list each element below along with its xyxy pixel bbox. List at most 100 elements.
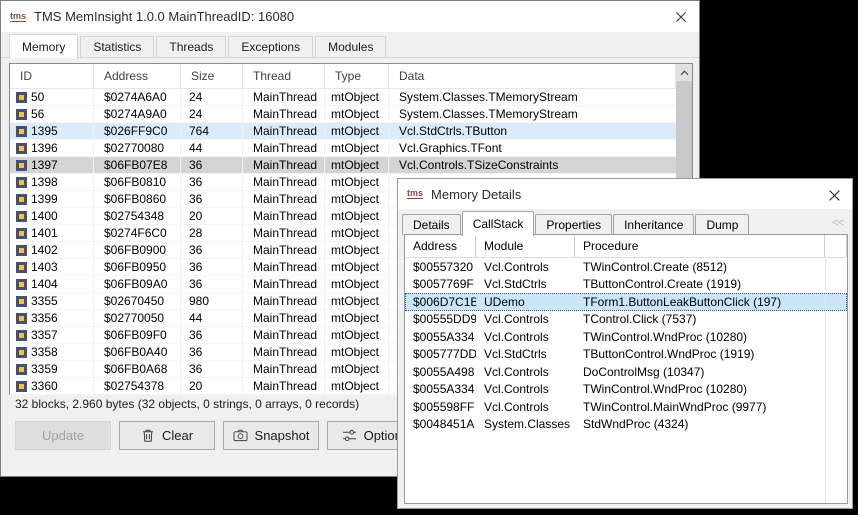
tab[interactable]: Modules bbox=[315, 36, 386, 57]
callstack-row[interactable]: $0057769F Vcl.StdCtrls TButtonControl.Cr… bbox=[405, 276, 847, 294]
object-icon bbox=[16, 211, 27, 222]
main-titlebar[interactable]: tms TMS MemInsight 1.0.0 MainThreadID: 1… bbox=[1, 1, 699, 32]
column-header-procedure[interactable]: Procedure bbox=[575, 235, 825, 257]
cell-address: $006D7C1B bbox=[405, 293, 476, 311]
tab-label: Statistics bbox=[93, 40, 141, 54]
callstack-row[interactable]: $005598FF Vcl.Controls TWinControl.MainW… bbox=[405, 398, 847, 416]
snapshot-button[interactable]: Snapshot bbox=[223, 421, 319, 450]
column-header-id[interactable]: ID bbox=[10, 64, 94, 88]
table-row[interactable]: 1396 $02770080 44 MainThread mtObject Vc… bbox=[10, 140, 692, 157]
cell-size: 24 bbox=[181, 89, 243, 105]
column-header-thread[interactable]: Thread bbox=[243, 64, 325, 88]
tab[interactable]: Threads bbox=[156, 36, 226, 57]
cell-module: Vcl.StdCtrls bbox=[476, 346, 575, 364]
callstack-row[interactable]: $005777DD Vcl.StdCtrls TButtonControl.Wn… bbox=[405, 346, 847, 364]
cell-type: mtObject bbox=[325, 361, 389, 377]
update-button-label: Update bbox=[42, 428, 84, 443]
collapse-button[interactable]: << bbox=[832, 217, 843, 229]
cell-size: 44 bbox=[181, 140, 243, 156]
callstack-row[interactable]: $0055A334 Vcl.Controls TWinControl.WndPr… bbox=[405, 328, 847, 346]
tab[interactable]: Dump bbox=[695, 214, 749, 235]
cell-address: $02670450 bbox=[94, 293, 181, 309]
callstack-table-header: Address Module Procedure bbox=[405, 235, 847, 258]
cell-type: mtObject bbox=[325, 89, 389, 105]
callstack-row[interactable]: $0055A498 Vcl.Controls DoControlMsg (103… bbox=[405, 363, 847, 381]
cell-type: mtObject bbox=[325, 327, 389, 343]
clear-button[interactable]: Clear bbox=[119, 421, 215, 450]
table-row[interactable]: 56 $0274A9A0 24 MainThread mtObject Syst… bbox=[10, 106, 692, 123]
cell-type: mtObject bbox=[325, 259, 389, 275]
cell-thread: MainThread bbox=[243, 89, 325, 105]
cell-id: 3358 bbox=[31, 345, 58, 359]
cell-thread: MainThread bbox=[243, 140, 325, 156]
cell-address: $00555DD9 bbox=[405, 311, 476, 329]
tab-label: CallStack bbox=[473, 217, 524, 231]
tab[interactable]: Statistics bbox=[80, 36, 154, 57]
cell-size: 36 bbox=[181, 344, 243, 360]
cell-module: Vcl.Controls bbox=[476, 398, 575, 416]
cell-procedure: TButtonControl.Create (1919) bbox=[575, 276, 825, 294]
cell-address: $0055A334 bbox=[405, 328, 476, 346]
cell-data: Vcl.Controls.TSizeConstraints bbox=[389, 157, 692, 173]
details-close-button[interactable] bbox=[823, 184, 845, 206]
tab-label: Inheritance bbox=[624, 218, 683, 232]
scroll-up-button[interactable] bbox=[676, 64, 692, 81]
cell-id: 1398 bbox=[31, 175, 58, 189]
tab[interactable]: Inheritance bbox=[613, 214, 694, 235]
cell-type: mtObject bbox=[325, 225, 389, 241]
details-tabbar: << Details CallStack Properties Inherita… bbox=[398, 209, 852, 235]
chevron-up-icon bbox=[680, 70, 689, 76]
memory-table-header: ID Address Size Thread Type Data bbox=[10, 64, 692, 89]
column-header-type[interactable]: Type bbox=[325, 64, 389, 88]
cell-address: $06FB0860 bbox=[94, 191, 181, 207]
details-titlebar[interactable]: tms Memory Details bbox=[398, 179, 852, 209]
cell-type: mtObject bbox=[325, 378, 389, 394]
column-header-data[interactable]: Data bbox=[389, 64, 676, 88]
cell-thread: MainThread bbox=[243, 276, 325, 292]
callstack-table: Address Module Procedure $00557320 Vcl.C… bbox=[404, 234, 848, 504]
tab-label: Threads bbox=[169, 40, 213, 54]
cell-size: 764 bbox=[181, 123, 243, 139]
close-button[interactable] bbox=[670, 6, 692, 28]
cell-address: $06FB0950 bbox=[94, 259, 181, 275]
object-icon bbox=[16, 330, 27, 341]
table-row[interactable]: 1397 $06FB07E8 36 MainThread mtObject Vc… bbox=[10, 157, 692, 174]
cell-address: $02770080 bbox=[94, 140, 181, 156]
tab[interactable]: Exceptions bbox=[228, 36, 313, 57]
object-icon bbox=[16, 143, 27, 154]
column-header-address[interactable]: Address bbox=[94, 64, 181, 88]
cell-data: Vcl.StdCtrls.TButton bbox=[389, 123, 692, 139]
cell-address: $0057769F bbox=[405, 276, 476, 294]
callstack-row[interactable]: $0048451A System.Classes StdWndProc (432… bbox=[405, 416, 847, 434]
cell-address: $06FB0900 bbox=[94, 242, 181, 258]
callstack-row[interactable]: $00555DD9 Vcl.Controls TControl.Click (7… bbox=[405, 311, 847, 329]
tab[interactable]: Details bbox=[402, 214, 461, 235]
callstack-row[interactable]: $0055A334 Vcl.Controls TWinControl.WndPr… bbox=[405, 381, 847, 399]
cell-thread: MainThread bbox=[243, 378, 325, 394]
cell-id: 56 bbox=[31, 107, 44, 121]
tab[interactable]: CallStack bbox=[462, 211, 535, 236]
cell-thread: MainThread bbox=[243, 327, 325, 343]
object-icon bbox=[16, 92, 27, 103]
cell-data: System.Classes.TMemoryStream bbox=[389, 106, 692, 122]
update-button[interactable]: Update bbox=[15, 421, 111, 450]
cell-thread: MainThread bbox=[243, 242, 325, 258]
tab[interactable]: Properties bbox=[535, 214, 612, 235]
object-icon bbox=[16, 126, 27, 137]
cell-address: $06FB07E8 bbox=[94, 157, 181, 173]
column-header-address[interactable]: Address bbox=[405, 235, 476, 257]
callstack-row[interactable]: $00557320 Vcl.Controls TWinControl.Creat… bbox=[405, 258, 847, 276]
object-icon bbox=[16, 194, 27, 205]
tab[interactable]: Memory bbox=[9, 34, 78, 58]
cell-thread: MainThread bbox=[243, 208, 325, 224]
table-row[interactable]: 1395 $026FF9C0 764 MainThread mtObject V… bbox=[10, 123, 692, 140]
cell-type: mtObject bbox=[325, 242, 389, 258]
cell-address: $02754378 bbox=[94, 378, 181, 394]
table-row[interactable]: 50 $0274A6A0 24 MainThread mtObject Syst… bbox=[10, 89, 692, 106]
callstack-table-body: $00557320 Vcl.Controls TWinControl.Creat… bbox=[405, 258, 847, 433]
callstack-row[interactable]: $006D7C1B UDemo TForm1.ButtonLeakButtonC… bbox=[405, 293, 847, 311]
cell-size: 980 bbox=[181, 293, 243, 309]
window-title: TMS MemInsight 1.0.0 MainThreadID: 16080 bbox=[34, 9, 294, 24]
column-header-size[interactable]: Size bbox=[181, 64, 243, 88]
column-header-module[interactable]: Module bbox=[476, 235, 575, 257]
